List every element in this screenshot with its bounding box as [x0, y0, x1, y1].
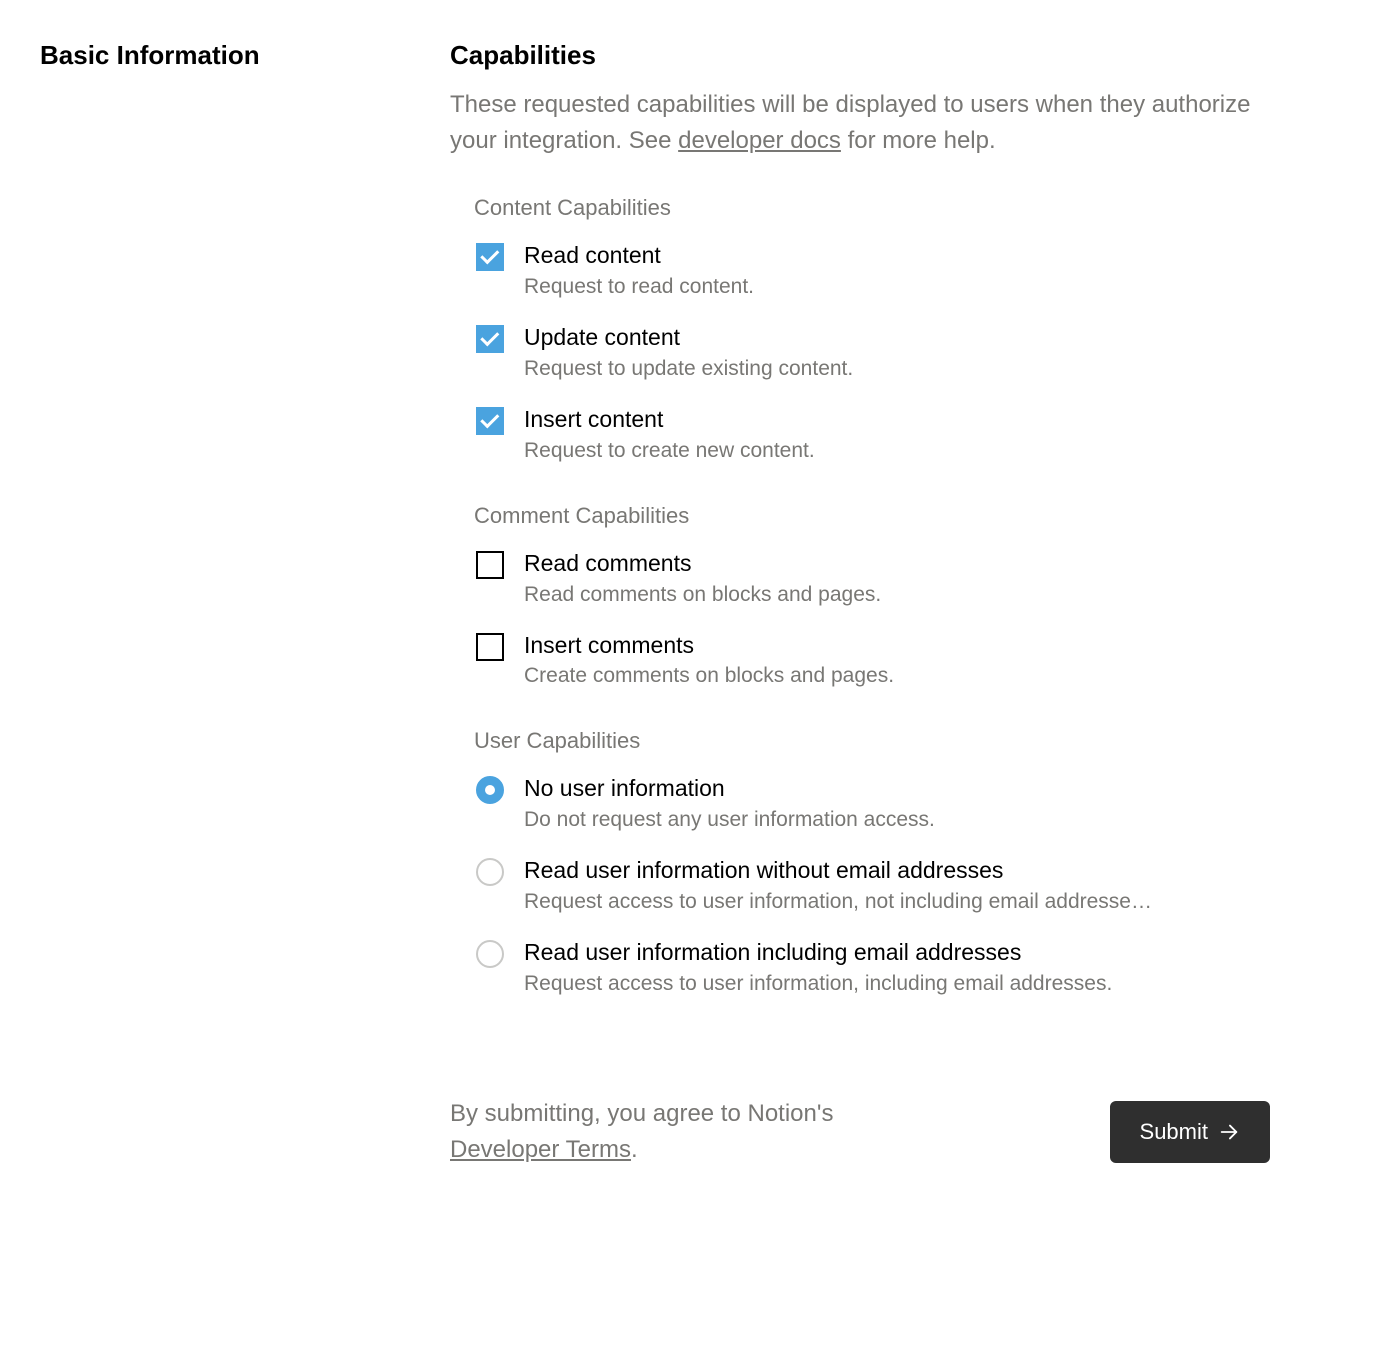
- comment-capabilities-group: Comment Capabilities Read comments Read …: [474, 503, 1270, 689]
- option-text: No user information Do not request any u…: [524, 774, 1270, 832]
- footer-agreement-text: By submitting, you agree to Notion's Dev…: [450, 1096, 833, 1168]
- sidebar: Basic Information: [40, 40, 410, 1168]
- option-insert-comments: Insert comments Create comments on block…: [476, 631, 1270, 689]
- option-text: Read user information without email addr…: [524, 856, 1270, 914]
- footer: By submitting, you agree to Notion's Dev…: [450, 1096, 1270, 1168]
- option-desc: Request to read content.: [524, 275, 1270, 299]
- content-capabilities-group: Content Capabilities Read content Reques…: [474, 195, 1270, 463]
- desc-text: for more help.: [841, 127, 996, 154]
- checkbox-insert-content[interactable]: [476, 407, 504, 435]
- option-label: No user information: [524, 774, 1270, 804]
- option-user-info-with-email: Read user information including email ad…: [476, 938, 1270, 996]
- submit-button-label: Submit: [1140, 1119, 1208, 1145]
- option-desc: Do not request any user information acce…: [524, 808, 1270, 832]
- group-heading: Comment Capabilities: [474, 503, 1270, 529]
- option-text: Insert content Request to create new con…: [524, 405, 1270, 463]
- option-label: Read user information including email ad…: [524, 938, 1270, 968]
- option-update-content: Update content Request to update existin…: [476, 323, 1270, 381]
- option-desc: Create comments on blocks and pages.: [524, 664, 1270, 688]
- footer-text-after: .: [631, 1136, 638, 1163]
- radio-user-info-no-email[interactable]: [476, 858, 504, 886]
- option-desc: Request to update existing content.: [524, 357, 1270, 381]
- option-label: Read comments: [524, 549, 1270, 579]
- main-content: Capabilities These requested capabilitie…: [450, 40, 1270, 1168]
- option-desc: Request access to user information, not …: [524, 890, 1270, 914]
- radio-user-info-with-email[interactable]: [476, 940, 504, 968]
- group-heading: User Capabilities: [474, 728, 1270, 754]
- checkbox-read-comments[interactable]: [476, 551, 504, 579]
- option-text: Read comments Read comments on blocks an…: [524, 549, 1270, 607]
- option-text: Read user information including email ad…: [524, 938, 1270, 996]
- checkbox-read-content[interactable]: [476, 243, 504, 271]
- sidebar-nav-item[interactable]: Basic Information: [40, 40, 410, 71]
- option-label: Insert content: [524, 405, 1270, 435]
- option-label: Read user information without email addr…: [524, 856, 1270, 886]
- developer-terms-link[interactable]: Developer Terms: [450, 1136, 631, 1163]
- option-read-comments: Read comments Read comments on blocks an…: [476, 549, 1270, 607]
- option-desc: Request to create new content.: [524, 439, 1270, 463]
- option-text: Insert comments Create comments on block…: [524, 631, 1270, 689]
- developer-docs-link[interactable]: developer docs: [678, 127, 841, 154]
- group-heading: Content Capabilities: [474, 195, 1270, 221]
- option-text: Read content Request to read content.: [524, 241, 1270, 299]
- checkbox-insert-comments[interactable]: [476, 633, 504, 661]
- arrow-right-icon: [1218, 1121, 1240, 1143]
- checkbox-update-content[interactable]: [476, 325, 504, 353]
- option-desc: Read comments on blocks and pages.: [524, 583, 1270, 607]
- footer-text-before: By submitting, you agree to Notion's: [450, 1100, 833, 1127]
- option-no-user-info: No user information Do not request any u…: [476, 774, 1270, 832]
- option-label: Read content: [524, 241, 1270, 271]
- user-capabilities-group: User Capabilities No user information Do…: [474, 728, 1270, 996]
- section-title: Capabilities: [450, 40, 1270, 71]
- option-label: Update content: [524, 323, 1270, 353]
- option-desc: Request access to user information, incl…: [524, 972, 1270, 996]
- option-text: Update content Request to update existin…: [524, 323, 1270, 381]
- option-insert-content: Insert content Request to create new con…: [476, 405, 1270, 463]
- section-description: These requested capabilities will be dis…: [450, 87, 1270, 159]
- option-label: Insert comments: [524, 631, 1270, 661]
- radio-no-user-info[interactable]: [476, 776, 504, 804]
- option-read-content: Read content Request to read content.: [476, 241, 1270, 299]
- option-user-info-no-email: Read user information without email addr…: [476, 856, 1270, 914]
- submit-button[interactable]: Submit: [1110, 1101, 1270, 1163]
